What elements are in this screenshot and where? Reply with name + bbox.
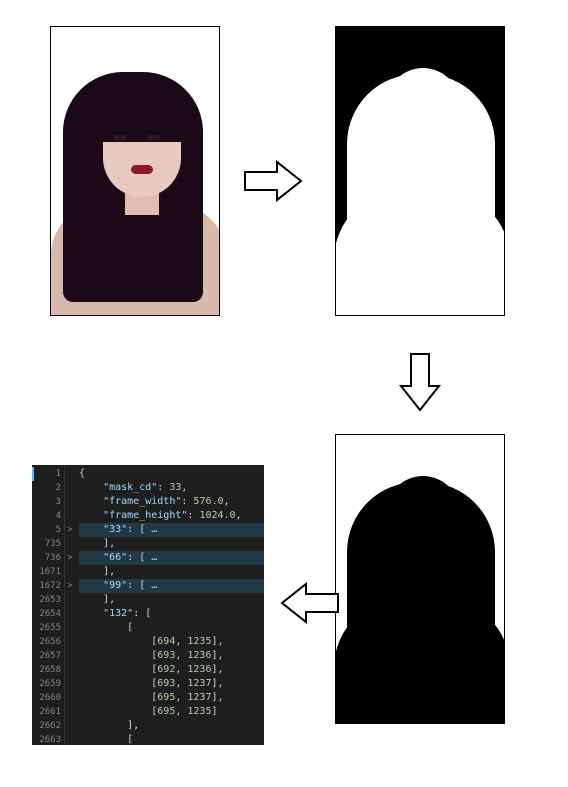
- arrow-left-icon: [280, 578, 340, 628]
- black-silhouette-graphic: [340, 468, 500, 723]
- portrait-graphic: [51, 27, 219, 315]
- code-editor[interactable]: 1234573573616711672265326542655265626572…: [32, 465, 264, 745]
- white-silhouette-graphic: [340, 60, 500, 315]
- panel-alpha-mask: [335, 26, 505, 316]
- code-content[interactable]: { "mask_cd": 33, "frame_width": 576.0, "…: [75, 465, 264, 745]
- panel-binary-mask: [335, 434, 505, 724]
- arrow-down-icon: [395, 352, 445, 412]
- line-number-gutter: 1234573573616711672265326542655265626572…: [32, 465, 65, 745]
- panel-code-output: 1234573573616711672265326542655265626572…: [32, 465, 264, 745]
- fold-column[interactable]: >>>: [65, 465, 75, 745]
- panel-source-portrait: [50, 26, 220, 316]
- arrow-right-icon: [243, 156, 303, 206]
